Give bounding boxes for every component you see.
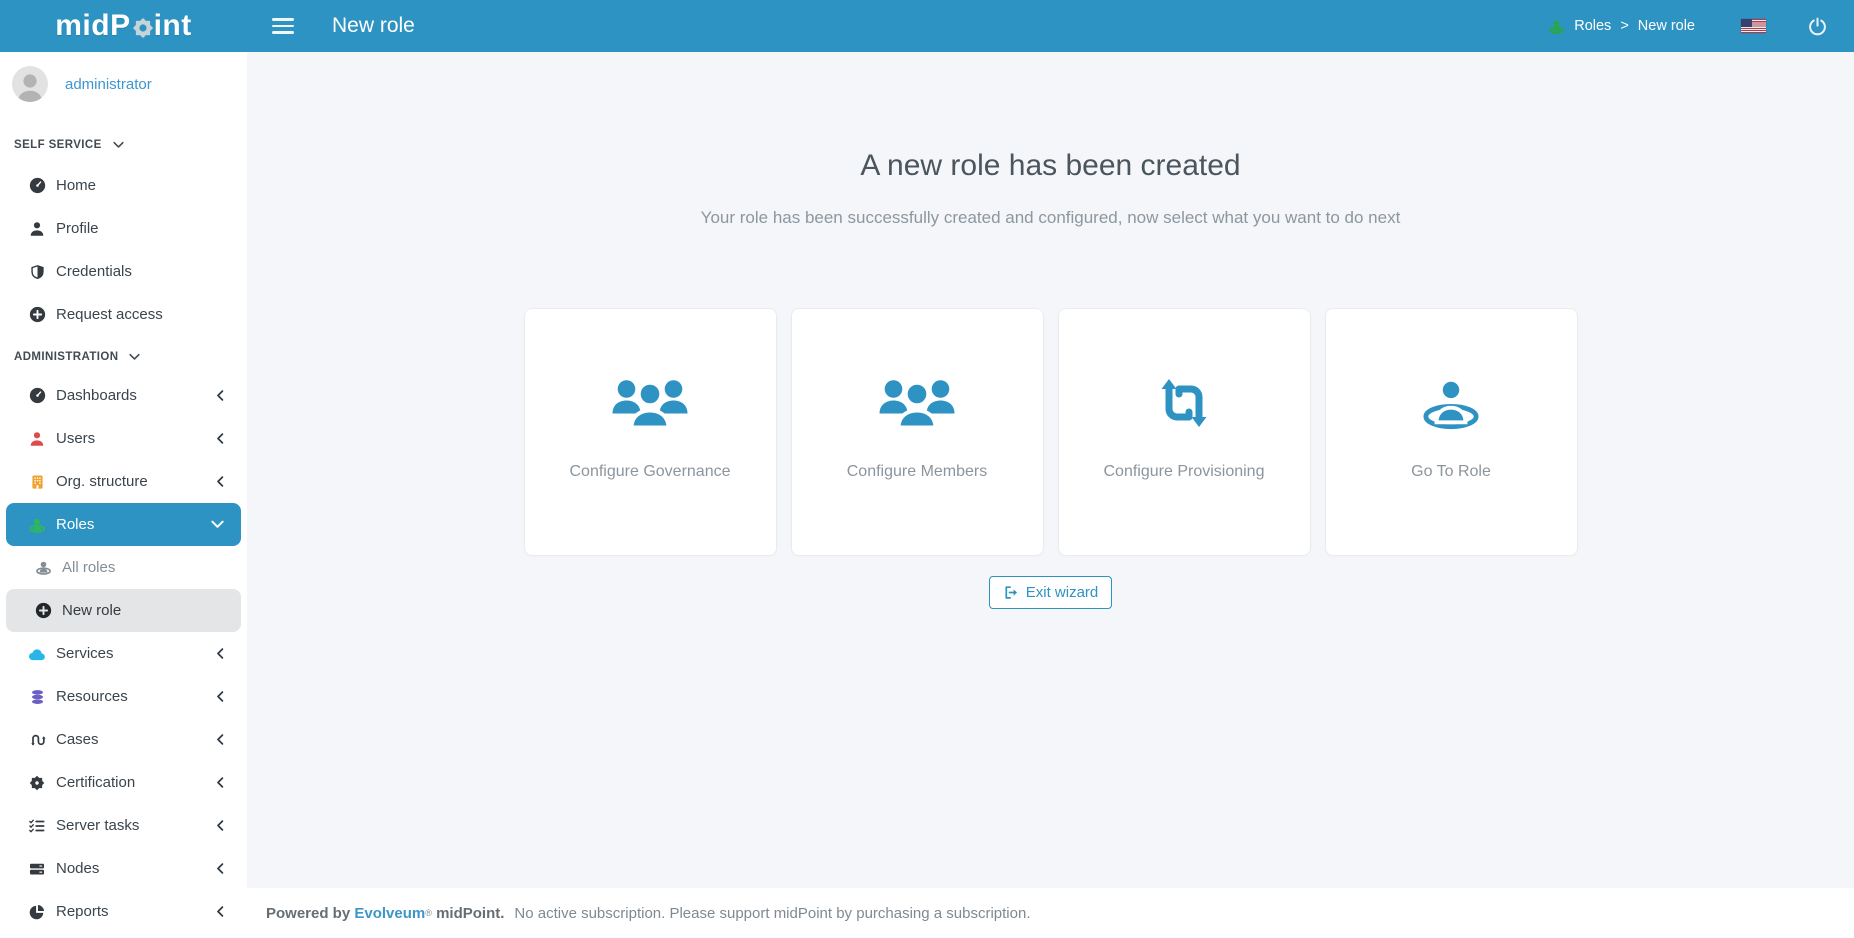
section-administration[interactable]: ADMINISTRATION bbox=[0, 336, 247, 374]
pie-chart-icon bbox=[27, 904, 47, 920]
chevron-left-icon bbox=[216, 690, 224, 703]
registered-mark: ® bbox=[425, 908, 432, 918]
chevron-left-icon bbox=[216, 475, 224, 488]
role-icon bbox=[27, 517, 47, 533]
power-icon[interactable] bbox=[1808, 17, 1827, 36]
sidebar-item-request-access[interactable]: Request access bbox=[0, 293, 247, 336]
sidebar-item-cases[interactable]: Cases bbox=[0, 718, 247, 761]
sidebar-item-all-roles[interactable]: All roles bbox=[0, 546, 247, 589]
database-icon bbox=[27, 689, 47, 705]
users-group-icon bbox=[611, 365, 689, 441]
breadcrumb-roles[interactable]: Roles bbox=[1574, 18, 1611, 34]
case-flow-icon bbox=[27, 732, 47, 748]
card-label: Configure Members bbox=[846, 463, 988, 480]
chevron-left-icon bbox=[216, 819, 224, 832]
card-label: Configure Governance bbox=[569, 463, 731, 480]
card-configure-provisioning[interactable]: Configure Provisioning bbox=[1057, 308, 1311, 556]
card-configure-governance[interactable]: Configure Governance bbox=[523, 308, 777, 556]
page-title: New role bbox=[332, 14, 415, 37]
user-name: administrator bbox=[65, 75, 152, 93]
sidebar-item-certification[interactable]: Certification bbox=[0, 761, 247, 804]
sidebar-item-new-role[interactable]: New role bbox=[6, 589, 241, 632]
building-icon bbox=[27, 474, 47, 490]
section-self-service[interactable]: SELF SERVICE bbox=[0, 114, 247, 164]
chevron-down-icon bbox=[211, 520, 224, 529]
sidebar-item-roles[interactable]: Roles bbox=[6, 503, 241, 546]
card-configure-members[interactable]: Configure Members bbox=[790, 308, 1044, 556]
footer: Powered by Evolveum ® midPoint. No active… bbox=[247, 888, 1854, 938]
users-group-icon bbox=[878, 365, 956, 441]
midpoint-logo[interactable]: midP int bbox=[0, 9, 247, 43]
sidebar-item-server-tasks[interactable]: Server tasks bbox=[0, 804, 247, 847]
product-name: midPoint. bbox=[436, 904, 505, 922]
card-go-to-role[interactable]: Go To Role bbox=[1324, 308, 1578, 556]
avatar bbox=[12, 66, 48, 102]
logo-text-pre: midP bbox=[55, 9, 131, 42]
card-label: Go To Role bbox=[1411, 463, 1491, 480]
breadcrumb: Roles > New role bbox=[1548, 18, 1695, 34]
top-bar: midP int New role Roles > New role bbox=[0, 0, 1854, 52]
chevron-left-icon bbox=[216, 862, 224, 875]
us-flag-icon[interactable] bbox=[1741, 19, 1766, 33]
sidebar-item-resources[interactable]: Resources bbox=[0, 675, 247, 718]
cloud-icon bbox=[27, 647, 47, 661]
exit-wizard-label: Exit wizard bbox=[1025, 584, 1099, 601]
chevron-left-icon bbox=[216, 389, 224, 402]
plus-circle-icon bbox=[27, 306, 47, 323]
sidebar-item-nodes[interactable]: Nodes bbox=[0, 847, 247, 890]
plus-circle-icon bbox=[33, 602, 53, 619]
sidebar-item-home[interactable]: Home bbox=[0, 164, 247, 207]
dashboard-icon bbox=[27, 177, 47, 194]
user-panel[interactable]: administrator bbox=[0, 52, 247, 114]
sidebar-item-credentials[interactable]: Credentials bbox=[0, 250, 247, 293]
evolveum-link[interactable]: Evolveum bbox=[354, 905, 425, 922]
main-title: A new role has been created bbox=[860, 149, 1241, 182]
chevron-left-icon bbox=[216, 733, 224, 746]
card-label: Configure Provisioning bbox=[1103, 463, 1265, 480]
chevron-left-icon bbox=[216, 647, 224, 660]
sidebar-item-org-structure[interactable]: Org. structure bbox=[0, 460, 247, 503]
breadcrumb-separator: > bbox=[1620, 18, 1629, 34]
role-icon bbox=[33, 560, 53, 575]
main-content: A new role has been created Your role ha… bbox=[247, 52, 1854, 888]
sidebar-item-reports[interactable]: Reports bbox=[0, 890, 247, 933]
chevron-left-icon bbox=[216, 776, 224, 789]
seal-icon bbox=[27, 775, 47, 791]
main-subtitle: Your role has been successfully created … bbox=[700, 208, 1401, 227]
chevron-left-icon bbox=[216, 432, 224, 445]
chevron-down-icon bbox=[129, 353, 141, 361]
dashboard-icon bbox=[27, 387, 47, 404]
user-icon bbox=[27, 431, 47, 447]
role-icon bbox=[1548, 19, 1565, 34]
sidebar: administrator SELF SERVICE Home Profile … bbox=[0, 52, 247, 938]
topbar-right: Roles > New role bbox=[1548, 17, 1854, 36]
logo-text-post: int bbox=[153, 9, 192, 42]
sidebar-item-services[interactable]: Services bbox=[0, 632, 247, 675]
task-list-icon bbox=[27, 818, 47, 834]
role-icon bbox=[1420, 365, 1482, 441]
chevron-down-icon bbox=[113, 141, 124, 149]
wizard-cards: Configure Governance Configure Members C… bbox=[247, 308, 1854, 556]
sidebar-item-dashboards[interactable]: Dashboards bbox=[0, 374, 247, 417]
retweet-icon bbox=[1152, 365, 1216, 441]
exit-wizard-button[interactable]: Exit wizard bbox=[988, 576, 1113, 609]
server-icon bbox=[27, 861, 47, 877]
sign-out-icon bbox=[1003, 585, 1018, 600]
powered-by-text: Powered by bbox=[266, 904, 351, 922]
gear-icon bbox=[131, 13, 154, 39]
hamburger-icon[interactable] bbox=[272, 14, 294, 38]
shield-icon bbox=[27, 264, 47, 280]
subscription-message: No active subscription. Please support m… bbox=[514, 904, 1031, 922]
sidebar-item-users[interactable]: Users bbox=[0, 417, 247, 460]
chevron-left-icon bbox=[216, 905, 224, 918]
user-icon bbox=[27, 221, 47, 237]
breadcrumb-new-role[interactable]: New role bbox=[1638, 18, 1695, 34]
sidebar-item-profile[interactable]: Profile bbox=[0, 207, 247, 250]
exit-row: Exit wizard bbox=[247, 576, 1854, 609]
